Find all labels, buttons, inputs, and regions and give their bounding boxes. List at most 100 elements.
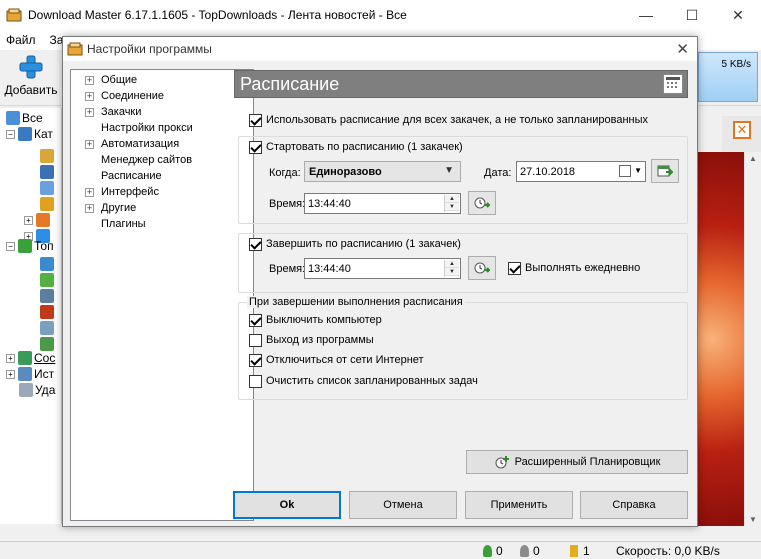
vertical-scrollbar[interactable]: ▲ ▼ (744, 152, 761, 526)
file-icon (40, 165, 54, 179)
file-icon (40, 197, 54, 211)
status-queued: 1 (570, 544, 590, 558)
expand-icon[interactable]: + (6, 353, 15, 363)
nav-item-plugins[interactable]: Плагины (85, 216, 146, 232)
exit-program-checkbox[interactable] (249, 334, 262, 347)
use-schedule-checkbox[interactable] (249, 114, 262, 127)
expand-icon[interactable]: + (85, 107, 94, 117)
collapse-icon[interactable]: − (6, 129, 15, 139)
date-picker[interactable]: 27.10.2018 ▼ (516, 161, 646, 182)
paused-downloads-icon (520, 545, 529, 557)
download-master-icon (6, 8, 22, 22)
nav-item-schedule[interactable]: Расписание (85, 168, 162, 184)
expand-icon[interactable]: + (85, 91, 94, 101)
spin-down-icon[interactable]: ▼ (445, 203, 459, 211)
tree-item-deleted[interactable]: Уда (19, 382, 55, 398)
start-time-label: Время: (269, 198, 306, 210)
nav-item-automation[interactable]: + Автоматизация (85, 136, 179, 152)
close-panel-icon[interactable]: ✕ (733, 121, 751, 139)
dialog-close-icon[interactable]: ✕ (676, 40, 689, 58)
start-time-field[interactable]: 13:44:40 ▲ ▼ (304, 193, 461, 214)
file-icon (40, 273, 54, 287)
shutdown-checkbox[interactable] (249, 314, 262, 327)
start-schedule-checkbox[interactable] (249, 141, 262, 154)
time-spinner[interactable]: ▲ ▼ (444, 195, 459, 212)
time-spinner[interactable]: ▲ ▼ (444, 260, 459, 277)
spin-up-icon[interactable]: ▲ (445, 195, 459, 203)
tree-sub-item[interactable] (40, 148, 56, 164)
dialog-titlebar: Настройки программы ✕ (63, 37, 697, 61)
add-button[interactable]: Добавить (0, 54, 62, 104)
clock-arrow-icon (474, 197, 490, 209)
tree-item-categories[interactable]: − Кат (6, 126, 53, 142)
disconnect-checkbox[interactable] (249, 354, 262, 367)
tree-sub-item[interactable]: + (24, 212, 52, 228)
tree-sub-item[interactable] (40, 272, 56, 288)
spin-down-icon[interactable]: ▼ (445, 268, 459, 276)
date-value: 27.10.2018 (520, 165, 576, 178)
expand-icon[interactable]: + (85, 139, 94, 149)
close-window-button[interactable]: ✕ (715, 0, 761, 30)
minimize-button[interactable]: — (623, 0, 669, 30)
start-time-value: 13:44:40 (308, 197, 351, 210)
nav-item-connection[interactable]: + Соединение (85, 88, 164, 104)
tree-item-history[interactable]: + Ист (6, 366, 54, 382)
expand-icon[interactable]: + (6, 369, 15, 379)
disconnect-label: Отключиться от сети Интернет (266, 354, 424, 366)
chevron-down-icon: ▼ (634, 166, 642, 175)
clock-arrow-icon (474, 262, 490, 274)
nav-item-other[interactable]: + Другие (85, 200, 136, 216)
nav-item-site-manager[interactable]: Менеджер сайтов (85, 152, 192, 168)
collapse-icon[interactable]: − (6, 241, 15, 251)
nav-item-interface[interactable]: + Интерфейс (85, 184, 159, 200)
clear-tasks-checkbox[interactable] (249, 375, 262, 388)
state-icon (18, 351, 32, 365)
help-button[interactable]: Справка (580, 491, 688, 519)
tree-item-state[interactable]: + Сос (6, 350, 55, 366)
spin-up-icon[interactable]: ▲ (445, 260, 459, 268)
banner-image (698, 152, 744, 526)
status-paused: 0 (520, 544, 540, 558)
ok-button[interactable]: Ok (233, 491, 341, 519)
folder-icon (18, 127, 32, 141)
tree-sub-item[interactable] (40, 180, 56, 196)
stop-schedule-checkbox[interactable] (249, 238, 262, 251)
file-icon (40, 257, 54, 271)
tree-horizontal-scrollbar[interactable] (0, 524, 62, 541)
apply-date-button[interactable] (651, 159, 679, 183)
tree-item-all[interactable]: Все (6, 110, 43, 126)
section-header: Расписание (234, 70, 688, 98)
nav-item-general[interactable]: + Общие (85, 72, 137, 88)
tree-item-top[interactable]: − Топ (6, 238, 54, 254)
tree-sub-item[interactable] (40, 164, 56, 180)
plus-icon (19, 55, 43, 79)
daily-checkbox[interactable] (508, 262, 521, 275)
file-icon (40, 305, 54, 319)
stop-time-field[interactable]: 13:44:40 ▲ ▼ (304, 258, 461, 279)
tree-sub-item[interactable] (40, 304, 56, 320)
nav-item-proxy[interactable]: Настройки прокси (85, 120, 193, 136)
tree-sub-item[interactable] (40, 288, 56, 304)
scroll-down-icon[interactable]: ▼ (749, 515, 757, 524)
tree-sub-item[interactable] (40, 256, 56, 272)
top-icon (18, 239, 32, 253)
shutdown-label: Выключить компьютер (266, 314, 382, 326)
menu-file[interactable]: Файл (6, 33, 36, 47)
apply-button[interactable]: Применить (465, 491, 573, 519)
expand-icon[interactable]: + (85, 75, 94, 85)
expand-icon[interactable]: + (85, 187, 94, 197)
when-dropdown[interactable]: Единоразово ▼ (304, 161, 461, 182)
cancel-button[interactable]: Отмена (349, 491, 457, 519)
download-master-icon (67, 42, 83, 56)
scroll-up-icon[interactable]: ▲ (749, 154, 757, 163)
nav-item-downloads[interactable]: + Закачки (85, 104, 141, 120)
advanced-scheduler-button[interactable]: Расширенный Планировщик (466, 450, 688, 474)
apply-start-time-button[interactable] (468, 191, 496, 215)
apply-stop-time-button[interactable] (468, 256, 496, 280)
add-button-label: Добавить (4, 83, 58, 97)
history-icon (18, 367, 32, 381)
tree-sub-item[interactable] (40, 320, 56, 336)
maximize-button[interactable]: ☐ (669, 0, 715, 30)
expand-icon[interactable]: + (85, 203, 94, 213)
tree-sub-item[interactable] (40, 196, 56, 212)
